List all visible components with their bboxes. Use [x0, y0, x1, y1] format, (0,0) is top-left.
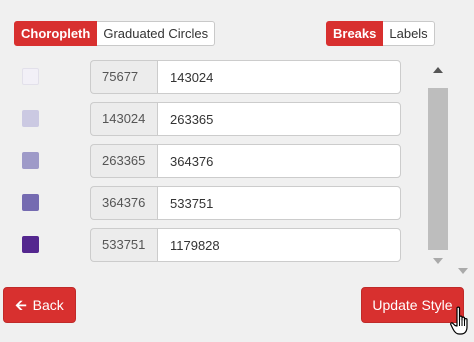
back-label: Back [32, 297, 64, 313]
hand-cursor-icon [450, 306, 468, 335]
symbology-type-toggle: Choropleth Graduated Circles [14, 21, 216, 46]
class-list-scrollbar[interactable] [428, 62, 448, 272]
panel-scroll-down-icon[interactable] [458, 268, 468, 274]
upper-bound-input[interactable] [157, 186, 401, 220]
class-row-4: 364376 [0, 186, 420, 220]
color-swatch[interactable] [22, 68, 39, 85]
class-row-5: 533751 [0, 228, 420, 262]
color-swatch[interactable] [22, 110, 39, 127]
class-row-3: 263365 [0, 144, 420, 178]
upper-bound-input[interactable] [157, 60, 401, 94]
class-row-2: 143024 [0, 102, 420, 136]
scroll-down-icon[interactable] [433, 258, 443, 264]
color-swatch[interactable] [22, 236, 39, 253]
lower-bound: 364376 [90, 186, 157, 220]
lower-bound: 263365 [90, 144, 157, 178]
edit-mode-toggle: Breaks Labels [326, 21, 435, 46]
scroll-thumb[interactable] [428, 88, 448, 250]
lower-bound: 533751 [90, 228, 157, 262]
tab-labels[interactable]: Labels [383, 21, 435, 46]
tab-breaks[interactable]: Breaks [326, 21, 384, 46]
color-swatch[interactable] [22, 194, 39, 211]
tab-choropleth[interactable]: Choropleth [14, 21, 98, 46]
upper-bound-input[interactable] [157, 102, 401, 136]
tab-graduated-circles[interactable]: Graduated Circles [97, 21, 216, 46]
upper-bound-input[interactable] [157, 144, 401, 178]
back-button[interactable]: 🡨 Back [3, 287, 76, 323]
arrow-left-icon: 🡨 [15, 297, 27, 313]
upper-bound-input[interactable] [157, 228, 401, 262]
scroll-up-icon[interactable] [433, 67, 443, 73]
lower-bound: 143024 [90, 102, 157, 136]
color-swatch[interactable] [22, 152, 39, 169]
update-style-button[interactable]: Update Style [361, 287, 464, 323]
class-row-1: 75677 [0, 60, 420, 94]
lower-bound: 75677 [90, 60, 157, 94]
